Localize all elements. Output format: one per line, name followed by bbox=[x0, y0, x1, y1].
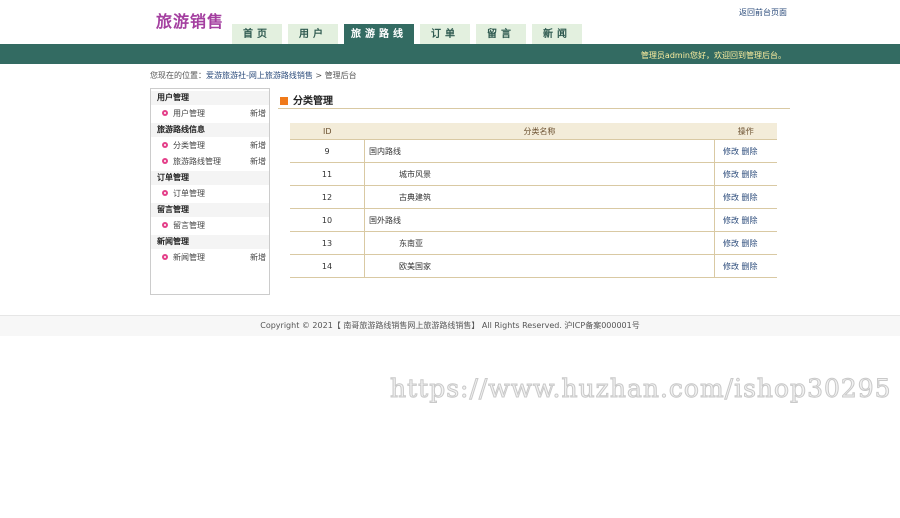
delete-link[interactable]: 删除 bbox=[742, 239, 758, 248]
row-id: 13 bbox=[290, 231, 365, 255]
row-ops: 修改 删除 bbox=[714, 231, 777, 255]
row-name: 国外路线 bbox=[364, 208, 715, 232]
bullet-icon bbox=[162, 190, 168, 196]
sidebar-item-label[interactable]: 新闻管理 bbox=[173, 253, 205, 262]
sidebar-group-orders: 订单管理 bbox=[151, 171, 269, 185]
breadcrumb-current: 管理后台 bbox=[324, 71, 357, 80]
column-header-ops: 操作 bbox=[714, 123, 777, 140]
sidebar-item-message-manage[interactable]: 留言管理 bbox=[151, 219, 269, 233]
delete-link[interactable]: 删除 bbox=[742, 216, 758, 225]
row-ops: 修改 删除 bbox=[714, 139, 777, 163]
breadcrumb-prefix: 您现在的位置： bbox=[150, 71, 206, 80]
row-ops: 修改 删除 bbox=[714, 254, 777, 278]
row-ops: 修改 删除 bbox=[714, 185, 777, 209]
edit-link[interactable]: 修改 bbox=[723, 216, 739, 225]
bullet-icon bbox=[162, 158, 168, 164]
delete-link[interactable]: 删除 bbox=[742, 262, 758, 271]
main-nav-tabs: 首页 用户 旅游路线 订单 留言 新闻 bbox=[232, 24, 588, 44]
sidebar-item-label[interactable]: 订单管理 bbox=[173, 189, 205, 198]
sidebar-item-order-manage[interactable]: 订单管理 bbox=[151, 187, 269, 201]
row-name: 国内路线 bbox=[364, 139, 715, 163]
column-header-id: ID bbox=[290, 123, 365, 140]
tab-users[interactable]: 用户 bbox=[288, 24, 338, 44]
breadcrumb-link[interactable]: 爱游旅游社-网上旅游路线销售 bbox=[206, 71, 313, 80]
welcome-text: 管理员admin您好，欢迎回到管理后台。 bbox=[640, 51, 786, 60]
sidebar-item-user-manage[interactable]: 用户管理 新增 bbox=[151, 107, 269, 121]
sidebar-item-route-manage[interactable]: 旅游路线管理 新增 bbox=[151, 155, 269, 169]
bullet-icon bbox=[162, 142, 168, 148]
bullet-icon bbox=[162, 110, 168, 116]
table-row: 11 城市风景 修改 删除 bbox=[290, 162, 777, 186]
breadcrumb-sep: > bbox=[312, 71, 325, 80]
row-id: 9 bbox=[290, 139, 365, 163]
table-header-row: ID 分类名称 操作 bbox=[290, 123, 777, 140]
row-name: 欧美国家 bbox=[364, 254, 715, 278]
delete-link[interactable]: 删除 bbox=[742, 147, 758, 156]
panel-title-icon bbox=[280, 97, 288, 105]
watermark-text: https://www.huzhan.com/ishop30295 bbox=[390, 374, 892, 404]
tab-orders[interactable]: 订单 bbox=[420, 24, 470, 44]
footer-copyright: Copyright © 2021【 南哥旅游路线销售网上旅游路线销售】 All … bbox=[260, 321, 640, 330]
sidebar-group-routes: 旅游路线信息 bbox=[151, 123, 269, 137]
edit-link[interactable]: 修改 bbox=[723, 147, 739, 156]
table-row: 14 欧美国家 修改 删除 bbox=[290, 254, 777, 278]
site-logo: 旅游销售 bbox=[156, 12, 225, 31]
sidebar-item-label[interactable]: 用户管理 bbox=[173, 109, 205, 118]
tab-home[interactable]: 首页 bbox=[232, 24, 282, 44]
sidebar-item-news-manage[interactable]: 新闻管理 新增 bbox=[151, 251, 269, 265]
bullet-icon bbox=[162, 222, 168, 228]
panel-title: 分类管理 bbox=[280, 92, 333, 107]
edit-link[interactable]: 修改 bbox=[723, 262, 739, 271]
row-id: 10 bbox=[290, 208, 365, 232]
sidebar-group-messages: 留言管理 bbox=[151, 203, 269, 217]
row-id: 11 bbox=[290, 162, 365, 186]
sidebar-item-label[interactable]: 旅游路线管理 bbox=[173, 157, 221, 166]
panel-divider bbox=[278, 108, 790, 109]
row-id: 12 bbox=[290, 185, 365, 209]
tab-news[interactable]: 新闻 bbox=[532, 24, 582, 44]
sidebar-item-label[interactable]: 分类管理 bbox=[173, 141, 205, 150]
footer: Copyright © 2021【 南哥旅游路线销售网上旅游路线销售】 All … bbox=[0, 315, 900, 336]
sidebar-group-users: 用户管理 bbox=[151, 91, 269, 105]
add-category-link[interactable]: 新增 bbox=[250, 139, 266, 153]
table-row: 9 国内路线 修改 删除 bbox=[290, 139, 777, 163]
header-bar: 管理员admin您好，欢迎回到管理后台。 bbox=[0, 44, 900, 64]
front-page-link[interactable]: 返回前台页面 bbox=[739, 7, 787, 18]
sidebar-group-news: 新闻管理 bbox=[151, 235, 269, 249]
row-ops: 修改 删除 bbox=[714, 208, 777, 232]
edit-link[interactable]: 修改 bbox=[723, 170, 739, 179]
panel-title-text: 分类管理 bbox=[293, 96, 333, 107]
sidebar-item-category-manage[interactable]: 分类管理 新增 bbox=[151, 139, 269, 153]
sidebar: 用户管理 用户管理 新增 旅游路线信息 分类管理 新增 旅游路线管理 新增 订单… bbox=[150, 88, 270, 295]
row-name: 古典建筑 bbox=[364, 185, 715, 209]
column-header-name: 分类名称 bbox=[364, 123, 715, 140]
delete-link[interactable]: 删除 bbox=[742, 170, 758, 179]
row-name: 城市风景 bbox=[364, 162, 715, 186]
breadcrumb: 您现在的位置：爱游旅游社-网上旅游路线销售 > 管理后台 bbox=[150, 70, 357, 81]
row-id: 14 bbox=[290, 254, 365, 278]
edit-link[interactable]: 修改 bbox=[723, 239, 739, 248]
table-row: 10 国外路线 修改 删除 bbox=[290, 208, 777, 232]
tab-routes[interactable]: 旅游路线 bbox=[344, 24, 414, 44]
bullet-icon bbox=[162, 254, 168, 260]
add-user-link[interactable]: 新增 bbox=[250, 107, 266, 121]
tab-messages[interactable]: 留言 bbox=[476, 24, 526, 44]
sidebar-item-label[interactable]: 留言管理 bbox=[173, 221, 205, 230]
table-row: 12 古典建筑 修改 删除 bbox=[290, 185, 777, 209]
row-ops: 修改 删除 bbox=[714, 162, 777, 186]
category-table: ID 分类名称 操作 9 国内路线 修改 删除 11 城市风景 修改 删除 12… bbox=[290, 123, 777, 278]
add-news-link[interactable]: 新增 bbox=[250, 251, 266, 265]
edit-link[interactable]: 修改 bbox=[723, 193, 739, 202]
table-row: 13 东南亚 修改 删除 bbox=[290, 231, 777, 255]
delete-link[interactable]: 删除 bbox=[742, 193, 758, 202]
add-route-link[interactable]: 新增 bbox=[250, 155, 266, 169]
row-name: 东南亚 bbox=[364, 231, 715, 255]
